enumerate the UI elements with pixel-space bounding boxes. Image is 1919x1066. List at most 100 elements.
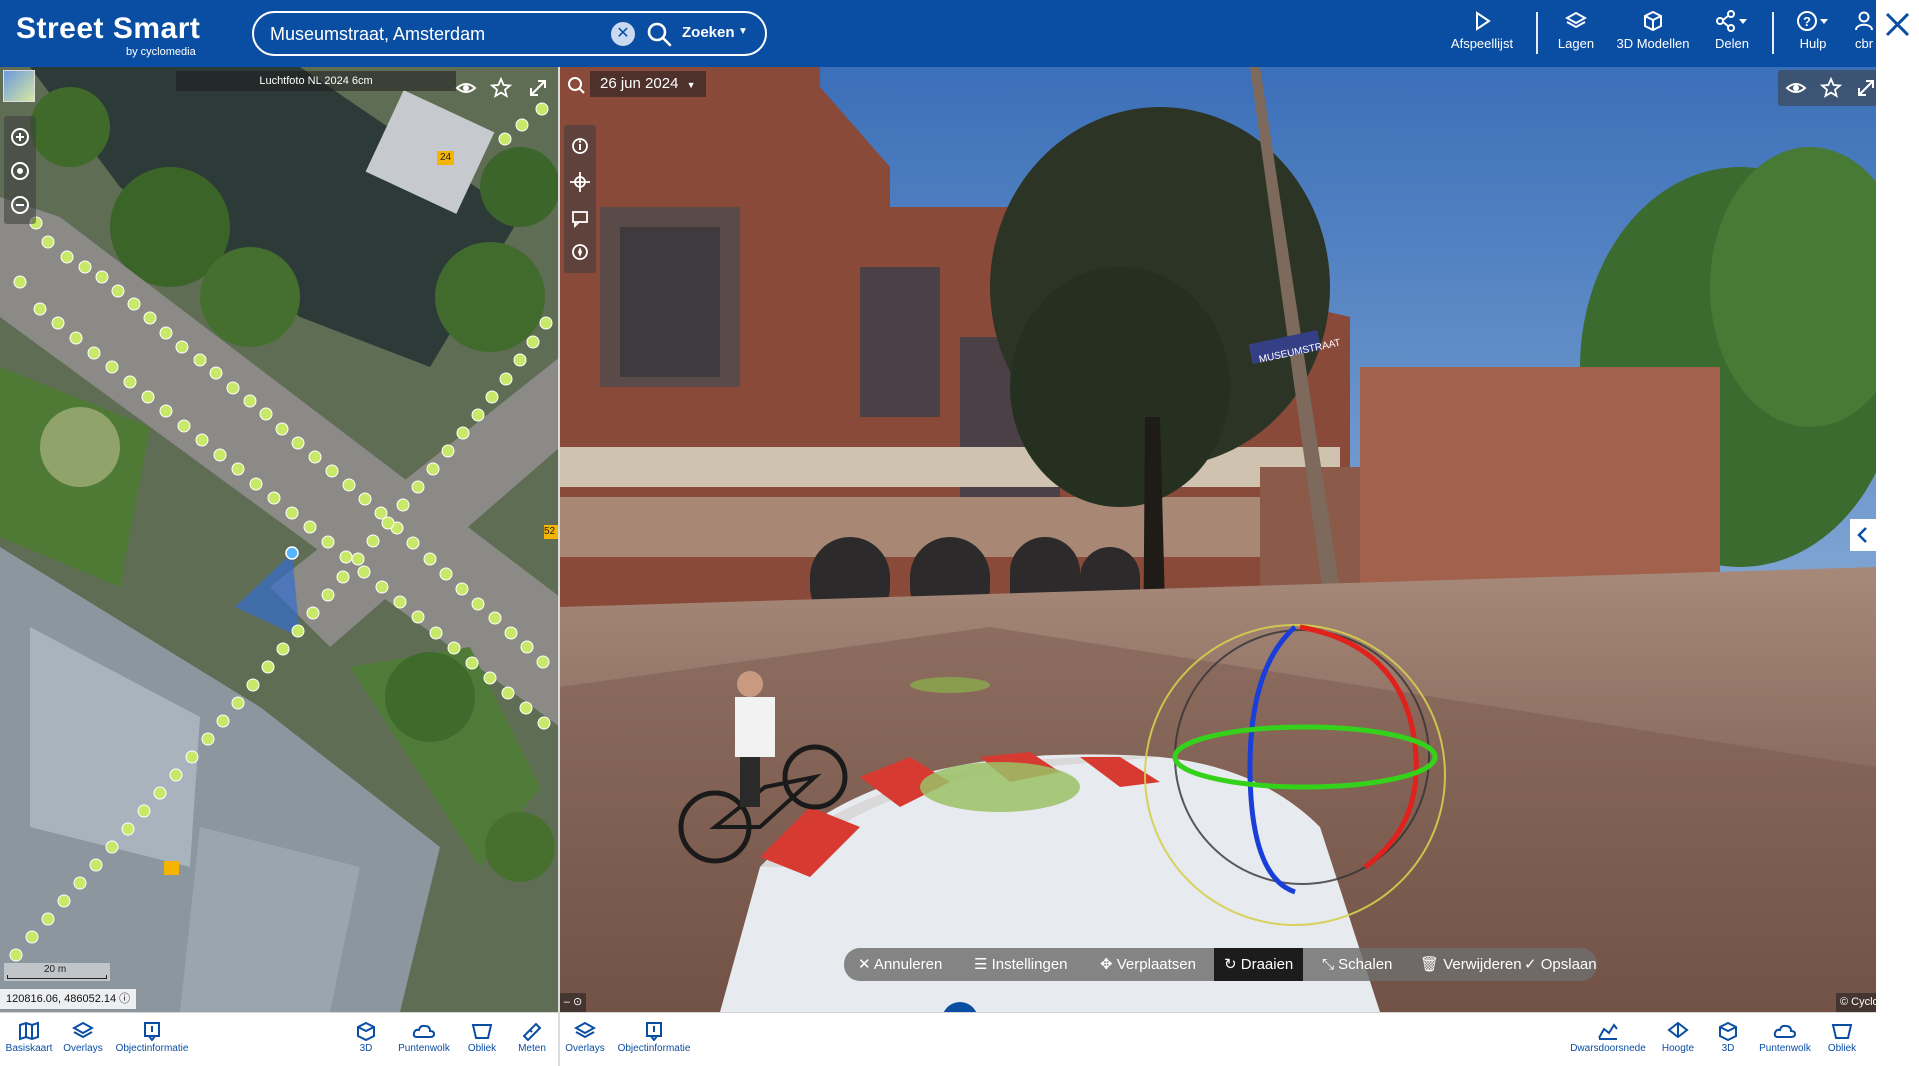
pano-point-cloud-label: Puntenwolk bbox=[1759, 1043, 1811, 1054]
eye-icon[interactable] bbox=[455, 77, 477, 99]
user-button[interactable]: cbr bbox=[1852, 10, 1876, 60]
star-icon[interactable] bbox=[1816, 73, 1846, 103]
coordinates-readout: 120816.06, 486052.14 ⓘ bbox=[0, 989, 137, 1009]
overlays-label: Overlays bbox=[63, 1043, 103, 1054]
app-subtitle: by cyclomedia bbox=[126, 46, 196, 58]
map-marker[interactable]: 24 bbox=[437, 152, 454, 166]
cloud-icon bbox=[1773, 1024, 1797, 1038]
height-icon bbox=[1667, 1021, 1689, 1039]
playlist-button[interactable]: Afspeellijst bbox=[1448, 10, 1516, 60]
basemap-thumbnail[interactable] bbox=[3, 70, 35, 102]
pano-oblique-button[interactable]: Obliek bbox=[1824, 1021, 1860, 1054]
layers-button[interactable]: Lagen bbox=[1551, 10, 1601, 60]
aerial-map[interactable]: 24 52 Luchtfoto NL 2024 6cm 20 m 120816.… bbox=[0, 67, 558, 1012]
pano-object-info-button[interactable]: Objectinformatie bbox=[614, 1021, 694, 1054]
search-box: ✕ Zoeken ▼ bbox=[252, 11, 767, 56]
pano-3d-label: 3D bbox=[1721, 1043, 1735, 1054]
header-bar: Street Smart by cyclomedia ✕ Zoeken ▼ Af… bbox=[0, 0, 1876, 67]
expand-icon[interactable] bbox=[527, 77, 549, 99]
history-icon[interactable] bbox=[566, 75, 586, 95]
search-input[interactable] bbox=[270, 22, 600, 46]
clear-search-icon[interactable]: ✕ bbox=[611, 22, 635, 46]
settings-button[interactable]: ☰ Instellingen bbox=[974, 954, 1068, 976]
delete-button[interactable]: 🗑 Verwijderen bbox=[1420, 954, 1522, 976]
aerial-imagery bbox=[0, 67, 558, 1012]
panorama-tools bbox=[564, 125, 596, 273]
compass-icon[interactable] bbox=[565, 237, 595, 267]
help-label: Hulp bbox=[1799, 36, 1827, 51]
zoom-out-icon[interactable] bbox=[5, 190, 35, 220]
playlist-label: Afspeellijst bbox=[1450, 36, 1514, 51]
capture-date[interactable]: 26 jun 2024 ▼ bbox=[590, 71, 706, 97]
rotate-button[interactable]: ↻ Draaien bbox=[1214, 948, 1304, 981]
basemap-button[interactable]: Basiskaart bbox=[4, 1021, 54, 1054]
layers-icon bbox=[72, 1021, 94, 1039]
locate-icon[interactable] bbox=[5, 156, 35, 186]
scale-button[interactable]: ⤡ Schalen bbox=[1322, 954, 1392, 976]
user-icon bbox=[1855, 11, 1873, 31]
object-info-label: Objectinformatie bbox=[115, 1043, 189, 1054]
oblique-button[interactable]: Obliek bbox=[464, 1021, 500, 1054]
coordinates-value: 120816.06, 486052.14 bbox=[6, 993, 117, 1005]
bottom-toolbar: Basiskaart Overlays Objectinformatie 3D … bbox=[0, 1012, 1876, 1066]
street-smart-app: Street Smart by cyclomedia ✕ Zoeken ▼ Af… bbox=[0, 0, 1919, 1066]
pano-3d-button[interactable]: 3D bbox=[1716, 1021, 1740, 1054]
layers-icon bbox=[574, 1021, 596, 1039]
scale-icon: ⤡ bbox=[1322, 956, 1339, 973]
cancel-button[interactable]: ✕ Annuleren bbox=[858, 954, 942, 976]
zoom-in-icon[interactable] bbox=[5, 122, 35, 152]
header-divider bbox=[1536, 12, 1538, 54]
cube-icon bbox=[1644, 10, 1662, 32]
rotate-icon: ↻ bbox=[1224, 956, 1241, 973]
date-dropdown-icon[interactable]: ▼ bbox=[687, 80, 696, 90]
3d-models-button[interactable]: 3D Modellen bbox=[1612, 10, 1694, 60]
scale-bar: 20 m bbox=[4, 963, 110, 981]
header-divider bbox=[1772, 12, 1774, 54]
info-icon[interactable] bbox=[565, 131, 595, 161]
measure-button[interactable]: Meten bbox=[515, 1021, 549, 1054]
close-panel-button[interactable] bbox=[1876, 0, 1919, 52]
oblique-icon bbox=[1831, 1024, 1853, 1039]
cross-section-label: Dwarsdoorsnede bbox=[1570, 1043, 1646, 1054]
point-cloud-button[interactable]: Puntenwolk bbox=[395, 1021, 453, 1054]
trash-icon: 🗑 bbox=[1420, 956, 1444, 973]
save-button[interactable]: ✓ Opslaan bbox=[1524, 954, 1597, 976]
share-button[interactable]: Delen bbox=[1706, 10, 1758, 60]
comment-icon[interactable] bbox=[565, 203, 595, 233]
panorama-view-controls bbox=[1778, 70, 1876, 106]
info-icon bbox=[144, 1022, 160, 1041]
pano-point-cloud-button[interactable]: Puntenwolk bbox=[1756, 1021, 1814, 1054]
chevron-left-icon bbox=[1857, 527, 1867, 543]
star-icon[interactable] bbox=[490, 77, 512, 99]
map-marker[interactable]: 52 bbox=[544, 526, 558, 540]
app-logo[interactable]: Street Smart by cyclomedia bbox=[16, 12, 201, 58]
share-icon bbox=[1716, 10, 1747, 32]
cross-section-icon bbox=[1598, 1023, 1618, 1040]
svg-text:?: ? bbox=[1803, 14, 1811, 29]
object-info-button[interactable]: Objectinformatie bbox=[112, 1021, 192, 1054]
pano-overlays-label: Overlays bbox=[565, 1043, 605, 1054]
expand-icon[interactable] bbox=[1851, 73, 1876, 103]
overlays-button[interactable]: Overlays bbox=[61, 1021, 105, 1054]
app-name: Street Smart bbox=[16, 12, 201, 45]
oblique-icon bbox=[471, 1024, 493, 1039]
eye-icon[interactable] bbox=[1781, 73, 1811, 103]
height-button[interactable]: Hoogte bbox=[1658, 1021, 1698, 1054]
basemap-label: Basiskaart bbox=[5, 1043, 53, 1054]
info-small-icon[interactable]: ⓘ bbox=[119, 993, 130, 1005]
oblique-label: Obliek bbox=[467, 1043, 497, 1054]
search-dropdown-icon[interactable]: ▼ bbox=[738, 26, 748, 37]
cloud-icon bbox=[412, 1024, 436, 1038]
cross-section-button[interactable]: Dwarsdoorsnede bbox=[1568, 1021, 1648, 1054]
play-icon bbox=[1476, 11, 1491, 31]
side-panel-toggle[interactable] bbox=[1850, 519, 1876, 551]
search-icon[interactable] bbox=[646, 21, 672, 47]
move-button[interactable]: ✥ Verplaatsen bbox=[1100, 954, 1196, 976]
3d-button[interactable]: 3D bbox=[354, 1021, 378, 1054]
model-edit-toolbar: ✕ Annuleren ☰ Instellingen ✥ Verplaatsen… bbox=[844, 948, 1597, 981]
pano-overlays-button[interactable]: Overlays bbox=[563, 1021, 607, 1054]
search-button[interactable]: Zoeken bbox=[682, 24, 735, 41]
panorama-viewer[interactable]: MUSEUMSTRAAT 26 jun 2024 ▼ © Cyclo – ⊙ bbox=[560, 67, 1876, 1012]
crosshair-icon[interactable] bbox=[565, 167, 595, 197]
help-button[interactable]: ? Hulp bbox=[1790, 10, 1836, 60]
